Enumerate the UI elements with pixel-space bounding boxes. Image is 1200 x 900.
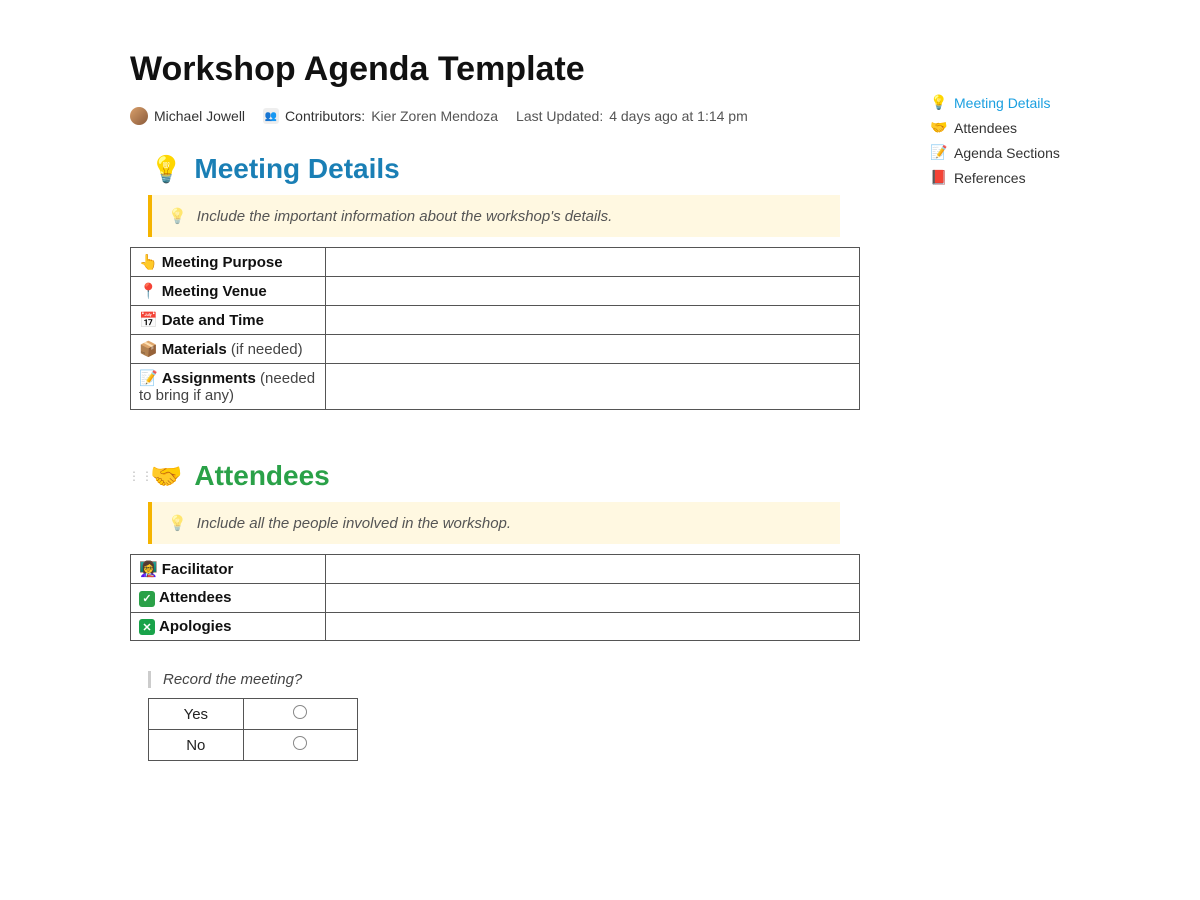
option-label: Yes	[149, 699, 244, 730]
author-block[interactable]: Michael Jowell	[130, 107, 245, 125]
toc-label: Agenda Sections	[954, 145, 1060, 161]
updated-value: 4 days ago at 1:14 pm	[609, 108, 748, 124]
author-avatar	[130, 107, 148, 125]
pin-icon: 📍	[139, 283, 158, 300]
table-row[interactable]: 📦Materials (if needed)	[131, 335, 860, 364]
table-row[interactable]: 📍Meeting Venue	[131, 277, 860, 306]
table-row[interactable]: 📝Assignments (needed to bring if any)	[131, 364, 860, 410]
radio-no[interactable]	[293, 736, 307, 750]
meta-row: Michael Jowell 👥 Contributors: Kier Zore…	[130, 107, 840, 125]
row-label: Materials	[162, 341, 227, 358]
contributors-icon: 👥	[263, 108, 279, 124]
radio-yes[interactable]	[293, 705, 307, 719]
callout-text: Include the important information about …	[197, 208, 613, 225]
toc-item-references[interactable]: 📕 References	[930, 165, 1110, 190]
callout-attendees[interactable]: 💡 Include all the people involved in the…	[148, 502, 840, 544]
memo-icon: 📝	[930, 144, 946, 161]
callout-text: Include all the people involved in the w…	[197, 515, 511, 532]
contributors-label: Contributors:	[285, 108, 365, 124]
table-row[interactable]: ✕Apologies	[131, 612, 860, 641]
row-value-cell[interactable]	[326, 306, 860, 335]
section-title-text: Attendees	[194, 460, 329, 492]
toc-label: Meeting Details	[954, 95, 1051, 111]
row-value-cell[interactable]	[326, 277, 860, 306]
row-value-cell[interactable]	[326, 248, 860, 277]
check-icon: ✓	[139, 591, 155, 607]
table-row[interactable]: 📅Date and Time	[131, 306, 860, 335]
row-label: Attendees	[159, 589, 232, 606]
pointing-hand-icon: 👆	[139, 254, 158, 271]
row-label: Assignments	[162, 370, 256, 387]
section-title-text: Meeting Details	[194, 153, 399, 185]
lightbulb-icon: 💡	[150, 154, 182, 185]
table-of-contents: 💡 Meeting Details 🤝 Attendees 📝 Agenda S…	[930, 90, 1110, 190]
contributors-block[interactable]: 👥 Contributors: Kier Zoren Mendoza	[263, 108, 498, 124]
table-row[interactable]: 👆Meeting Purpose	[131, 248, 860, 277]
lightbulb-icon: 💡	[168, 207, 187, 225]
teacher-icon: 👩‍🏫	[139, 561, 158, 578]
record-choice-table: Yes No	[148, 698, 358, 761]
row-label: Meeting Purpose	[162, 254, 283, 271]
record-question: Record the meeting?	[148, 671, 840, 688]
calendar-icon: 📅	[139, 312, 158, 329]
last-updated-block: Last Updated: 4 days ago at 1:14 pm	[516, 108, 748, 124]
section-meeting-details: ⋮⋮ 💡 Meeting Details 💡 Include the impor…	[130, 153, 840, 410]
section-heading[interactable]: ⋮⋮ 💡 Meeting Details	[150, 153, 840, 185]
handshake-icon: 🤝	[150, 461, 182, 492]
section-heading[interactable]: ⋮⋮ 🤝 Attendees	[150, 460, 840, 492]
toc-item-agenda-sections[interactable]: 📝 Agenda Sections	[930, 140, 1110, 165]
row-value-cell[interactable]	[326, 612, 860, 641]
row-value-cell[interactable]	[326, 555, 860, 584]
table-row[interactable]: 👩‍🏫Facilitator	[131, 555, 860, 584]
toc-label: Attendees	[954, 120, 1017, 136]
callout-meeting-details[interactable]: 💡 Include the important information abou…	[148, 195, 840, 237]
handshake-icon: 🤝	[930, 119, 946, 136]
toc-label: References	[954, 170, 1026, 186]
contributors-names: Kier Zoren Mendoza	[371, 108, 498, 124]
package-icon: 📦	[139, 341, 158, 358]
row-label: Facilitator	[162, 561, 234, 578]
row-value-cell[interactable]	[326, 335, 860, 364]
section-attendees: ⋮⋮ 🤝 Attendees 💡 Include all the people …	[130, 460, 840, 761]
table-row[interactable]: ✓Attendees	[131, 584, 860, 613]
lightbulb-icon: 💡	[930, 94, 946, 111]
meeting-details-table: 👆Meeting Purpose 📍Meeting Venue 📅Date an…	[130, 247, 860, 410]
row-label: Meeting Venue	[162, 283, 267, 300]
toc-item-attendees[interactable]: 🤝 Attendees	[930, 115, 1110, 140]
author-name: Michael Jowell	[154, 108, 245, 124]
table-row[interactable]: Yes	[149, 699, 358, 730]
row-value-cell[interactable]	[326, 364, 860, 410]
page-title: Workshop Agenda Template	[130, 50, 840, 89]
drag-handle-icon[interactable]: ⋮⋮	[128, 469, 154, 483]
book-icon: 📕	[930, 169, 946, 186]
updated-label: Last Updated:	[516, 108, 603, 124]
x-icon: ✕	[139, 619, 155, 635]
memo-icon: 📝	[139, 370, 158, 387]
table-row[interactable]: No	[149, 730, 358, 761]
row-label: Apologies	[159, 618, 232, 635]
lightbulb-icon: 💡	[168, 514, 187, 532]
row-value-cell[interactable]	[326, 584, 860, 613]
row-label: Date and Time	[162, 312, 264, 329]
attendees-table: 👩‍🏫Facilitator ✓Attendees ✕Apologies	[130, 554, 860, 641]
toc-item-meeting-details[interactable]: 💡 Meeting Details	[930, 90, 1110, 115]
option-label: No	[149, 730, 244, 761]
